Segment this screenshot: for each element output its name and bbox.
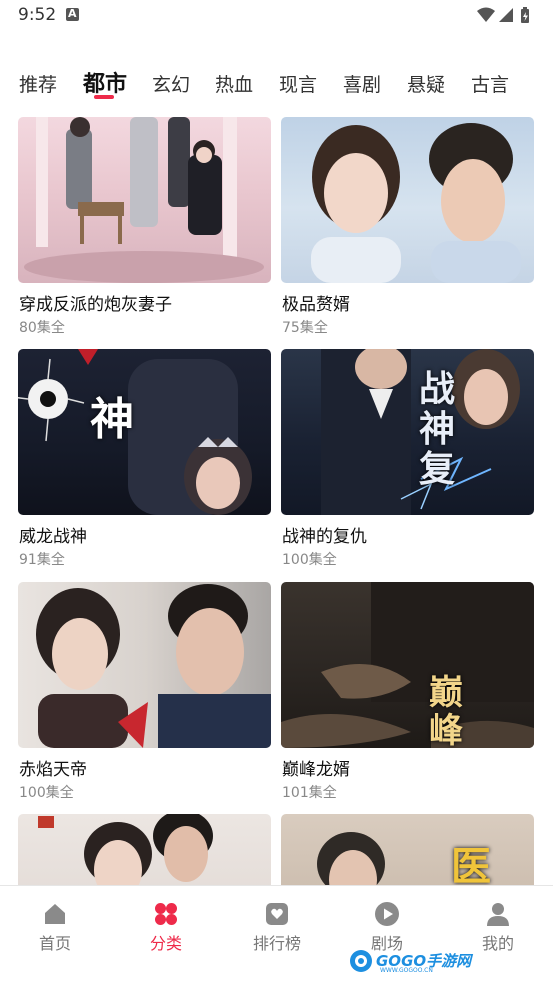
nav-label: 排行榜 xyxy=(252,934,301,953)
drama-title: 极品赘婿 xyxy=(282,295,350,315)
nav-profile[interactable]: 我的 xyxy=(458,901,538,954)
episode-count: 100集全 xyxy=(19,785,74,801)
cover-title-art: 巅峰 xyxy=(429,673,463,748)
drama-cover-image: 神 xyxy=(18,349,271,515)
tab-historical[interactable]: 古言 xyxy=(471,70,509,97)
wifi-icon xyxy=(477,7,495,22)
nav-theater[interactable]: 剧场 xyxy=(347,901,427,954)
nav-category[interactable]: 分类 xyxy=(126,901,206,954)
cover-title-art: 战神复 xyxy=(419,368,456,490)
episode-count: 100集全 xyxy=(282,552,337,568)
drama-title: 威龙战神 xyxy=(19,527,87,547)
nav-label: 首页 xyxy=(38,934,71,953)
battery-icon xyxy=(521,7,529,23)
drama-cover-image xyxy=(18,582,271,748)
cover-title-art: 医 xyxy=(451,843,491,890)
cover-title-art: 神 xyxy=(90,394,134,445)
active-tab-indicator xyxy=(94,95,114,99)
drama-title: 穿成反派的炮灰妻子 xyxy=(19,295,172,315)
tab-comedy[interactable]: 喜剧 xyxy=(343,70,381,97)
drama-cover-image: 战神复 xyxy=(281,349,534,515)
nav-label: 分类 xyxy=(149,934,182,953)
watermark-subtext: WWW.GOGOO.CN xyxy=(380,967,433,974)
drama-card[interactable]: 战神复 战神的复仇 100集全 xyxy=(281,349,534,568)
episode-count: 91集全 xyxy=(19,552,65,568)
drama-cover-image xyxy=(281,117,534,283)
signal-icon xyxy=(499,8,513,22)
drama-cover-image xyxy=(18,117,271,283)
tab-mystery[interactable]: 悬疑 xyxy=(407,70,445,97)
tab-recommend[interactable]: 推荐 xyxy=(19,70,57,97)
drama-card[interactable]: 巅峰 巅峰龙婿 101集全 xyxy=(281,582,534,801)
drama-card[interactable]: 神 威龙战神 91集全 xyxy=(18,349,271,568)
status-indicators xyxy=(475,6,535,24)
tab-urban[interactable]: 都市 xyxy=(83,66,127,98)
home-icon xyxy=(45,904,65,924)
ranking-icon xyxy=(266,903,288,925)
status-time: 9:52 xyxy=(18,5,57,25)
tab-fantasy[interactable]: 玄幻 xyxy=(152,70,190,97)
tab-action[interactable]: 热血 xyxy=(215,70,253,97)
drama-title: 巅峰龙婿 xyxy=(282,760,350,780)
nav-ranking[interactable]: 排行榜 xyxy=(237,901,317,954)
episode-count: 101集全 xyxy=(282,785,337,801)
status-bar: 9:52 xyxy=(0,0,553,32)
theater-play-icon xyxy=(375,902,399,926)
drama-card[interactable]: 赤焰天帝 100集全 xyxy=(18,582,271,801)
tab-modern-romance[interactable]: 现言 xyxy=(279,70,317,97)
drama-card[interactable]: 穿成反派的炮灰妻子 80集全 xyxy=(18,117,271,336)
category-tabs: 推荐 都市 玄幻 热血 现言 喜剧 悬疑 古言 xyxy=(0,60,553,106)
drama-title: 战神的复仇 xyxy=(282,527,367,547)
episode-count: 75集全 xyxy=(282,320,328,336)
watermark-icon xyxy=(350,950,372,972)
drama-title: 赤焰天帝 xyxy=(19,760,87,780)
drama-card[interactable]: 极品赘婿 75集全 xyxy=(281,117,534,336)
drama-cover-image: 巅峰 xyxy=(281,582,534,748)
category-icon xyxy=(155,903,177,925)
nav-home[interactable]: 首页 xyxy=(15,901,95,954)
episode-count: 80集全 xyxy=(19,320,65,336)
watermark-logo: GOGO手游网 WWW.GOGOO.CN xyxy=(348,948,471,974)
profile-icon xyxy=(487,903,509,926)
notification-a-icon xyxy=(66,7,79,21)
